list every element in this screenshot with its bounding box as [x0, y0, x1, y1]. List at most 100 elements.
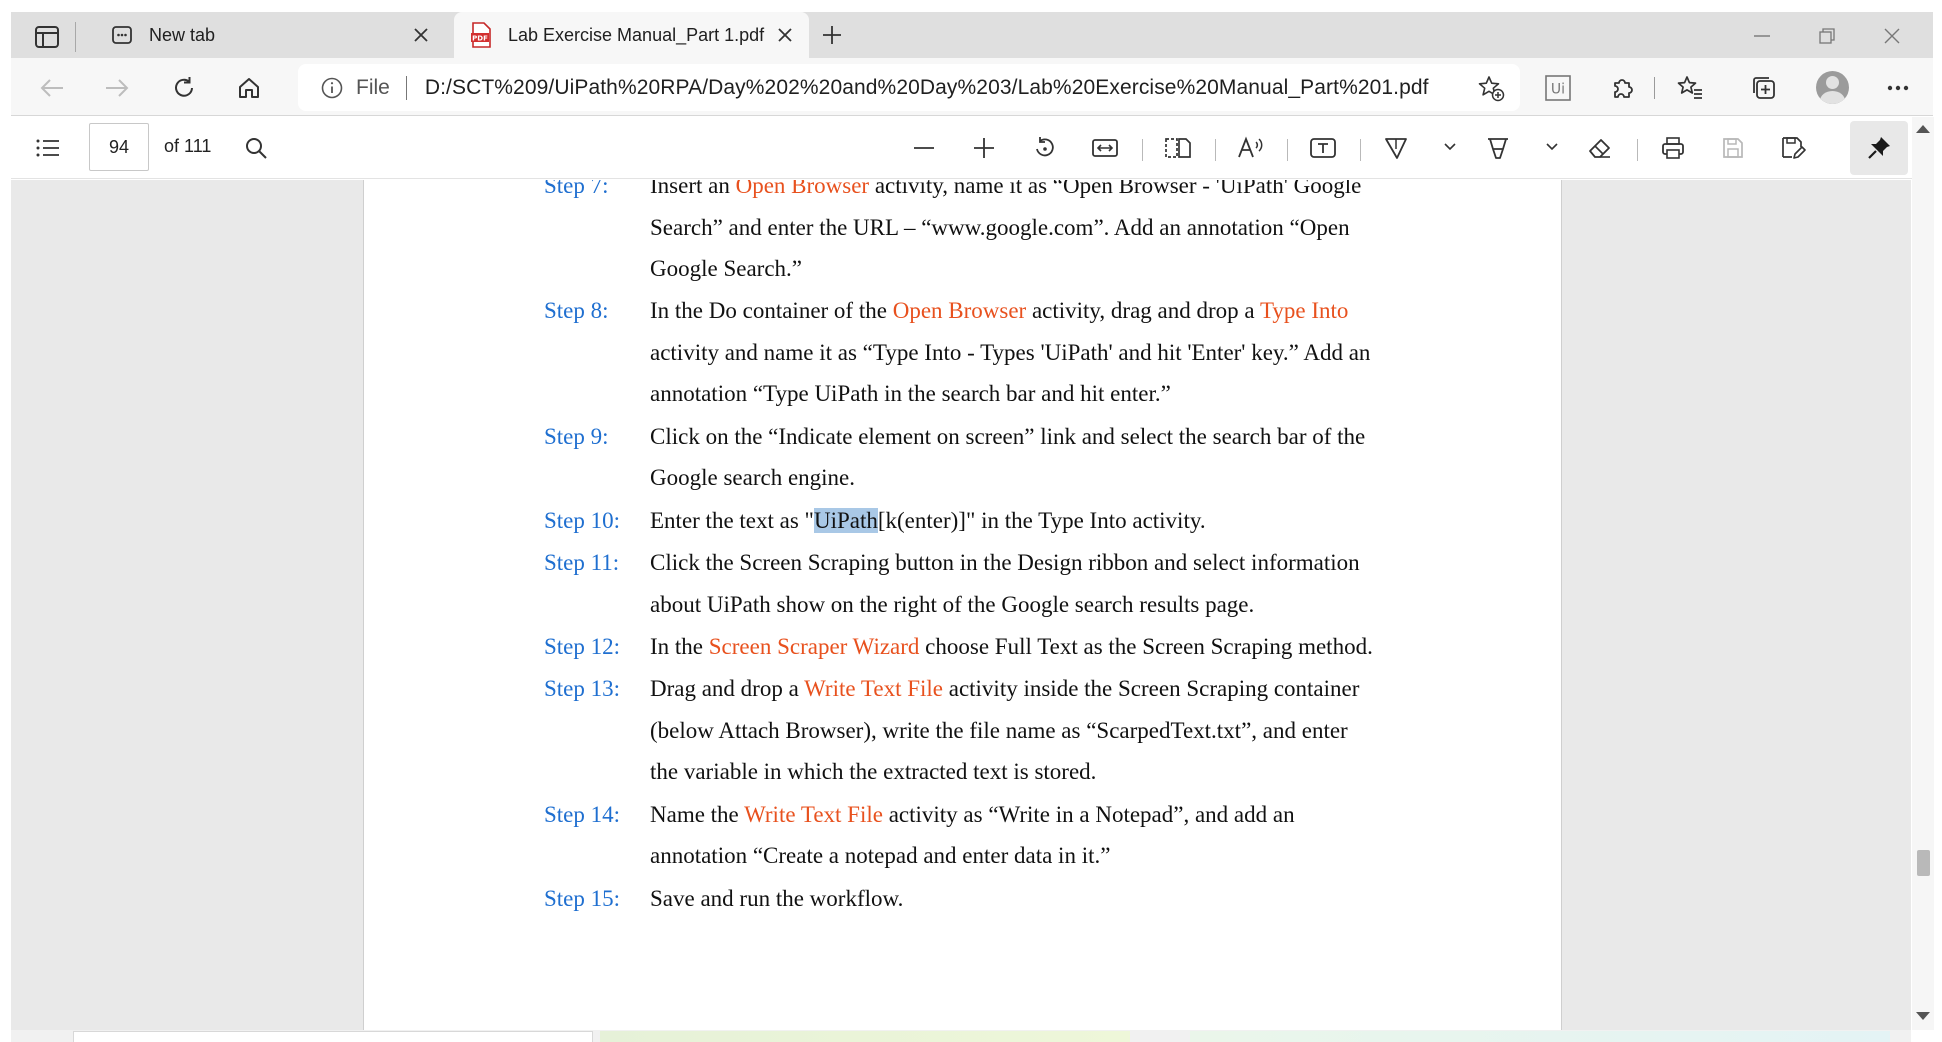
toolbar-separator: [1142, 139, 1143, 161]
address-divider: [405, 75, 407, 100]
tab-title: Lab Exercise Manual_Part 1.pdf: [508, 24, 765, 45]
step-label: Step 7:: [544, 180, 609, 198]
page-view-button[interactable]: [1159, 129, 1197, 167]
chevron-down-icon[interactable]: [1544, 139, 1560, 155]
read-aloud-button[interactable]: [1231, 129, 1269, 167]
site-scheme-label: File: [356, 75, 390, 99]
fit-width-button[interactable]: [1086, 129, 1124, 167]
highlight-button[interactable]: [1479, 129, 1517, 167]
settings-more-button[interactable]: [1879, 69, 1917, 107]
print-button[interactable]: [1654, 129, 1692, 167]
erase-button[interactable]: [1581, 129, 1619, 167]
add-favorite-button[interactable]: [1476, 73, 1506, 103]
step-text: Insert an: [650, 180, 736, 198]
home-icon: [239, 78, 259, 98]
back-button[interactable]: [33, 69, 71, 107]
plus-icon: [974, 138, 994, 158]
step-text: Enter the text as ": [650, 507, 814, 533]
list-icon: [36, 139, 59, 157]
tab-strip: New tab PDF Lab Exercise Manual_Part 1.p…: [11, 12, 1933, 58]
page-number-input[interactable]: 94: [89, 123, 149, 171]
toolbar-separator: [1637, 139, 1638, 161]
save-as-button[interactable]: [1774, 129, 1812, 167]
step-label: Step 8:: [544, 298, 609, 324]
toolbar-separator: [1654, 77, 1655, 99]
scroll-down-arrow[interactable]: [1916, 1012, 1930, 1020]
uipath-extension-button[interactable]: Ui: [1539, 69, 1577, 107]
step-text-line: Click on the “Indicate element on screen…: [650, 424, 1365, 450]
step-text: In the Do container of the: [650, 298, 893, 324]
new-tab-button[interactable]: [817, 20, 847, 50]
zoom-in-button[interactable]: [965, 129, 1003, 167]
step-text: Google search engine.: [650, 465, 856, 491]
zoom-out-button[interactable]: [905, 129, 943, 167]
printer-icon: [1662, 137, 1684, 159]
activity-name-highlight: Write Text File: [804, 676, 943, 702]
step-text: choose Full Text as the Screen Scraping …: [919, 634, 1373, 659]
toolbar-separator: [1287, 139, 1288, 161]
bottom-panel: [1190, 1031, 1890, 1042]
profile-avatar[interactable]: [1816, 71, 1849, 104]
pin-toolbar-button[interactable]: [1850, 121, 1908, 175]
minimize-button[interactable]: [1747, 23, 1777, 49]
tab-lab-manual-pdf[interactable]: PDF Lab Exercise Manual_Part 1.pdf: [454, 12, 809, 58]
collections-icon: [1753, 77, 1775, 99]
pdf-viewer-area[interactable]: Step 7: Insert an Open Browser activity, …: [11, 180, 1911, 1030]
step-text-line: Name the Write Text File activity as “Wr…: [650, 802, 1295, 828]
draw-button[interactable]: [1377, 129, 1415, 167]
tab-actions-icon[interactable]: [33, 25, 61, 49]
address-bar[interactable]: File D:/SCT%209/UiPath%20RPA/Day%202%20a…: [298, 64, 1520, 111]
step-text: In the: [650, 634, 709, 659]
extensions-button[interactable]: [1604, 69, 1642, 107]
find-button[interactable]: [237, 129, 275, 167]
step-label: Step 12:: [544, 634, 621, 659]
step-text: activity and name it as “Type Into - Typ…: [650, 339, 1371, 365]
rotate-button[interactable]: [1026, 129, 1064, 167]
save-as-icon: [1782, 137, 1806, 159]
pdf-file-icon: PDF: [468, 22, 494, 48]
scroll-thumb[interactable]: [1917, 850, 1930, 876]
forward-button[interactable]: [98, 69, 136, 107]
url-text[interactable]: D:/SCT%209/UiPath%20RPA/Day%202%20and%20…: [425, 76, 1429, 100]
svg-text:PDF: PDF: [472, 35, 488, 43]
toolbar-separator: [1360, 139, 1361, 161]
activity-name-highlight: Type Into: [1259, 298, 1349, 324]
step-text-line: Click the Screen Scraping button in the …: [650, 550, 1360, 576]
close-window-button[interactable]: [1877, 23, 1907, 49]
arrow-right-icon: [106, 79, 129, 97]
favorites-button[interactable]: [1671, 69, 1709, 107]
info-icon[interactable]: [320, 76, 344, 100]
step-text-line: Drag and drop a Write Text File activity…: [650, 676, 1359, 702]
favorites-icon: [1677, 76, 1702, 99]
star-add-icon: [1478, 76, 1505, 102]
step-text-line: (below Attach Browser), write the file n…: [650, 718, 1348, 744]
refresh-button[interactable]: [165, 69, 203, 107]
vertical-scrollbar[interactable]: [1912, 117, 1934, 1030]
step-text: Click the Screen Scraping button in the …: [650, 550, 1360, 576]
step-text-line: Save and run the workflow.: [650, 886, 903, 912]
step-text-line: annotation “Type UiPath in the search ba…: [650, 381, 1171, 407]
svg-text:Ui: Ui: [1551, 82, 1565, 98]
instruction-step: Step 12: In the Screen Scraper Wizard cho…: [364, 634, 1563, 676]
save-button[interactable]: [1714, 129, 1752, 167]
restore-button[interactable]: [1812, 23, 1842, 49]
close-icon[interactable]: [771, 21, 799, 49]
step-text-line: In the Screen Scraper Wizard choose Full…: [650, 634, 1373, 660]
add-text-button[interactable]: [1304, 129, 1342, 167]
instruction-step: Step 13: Drag and drop a Write Text File …: [364, 676, 1563, 801]
uipath-extension-icon: Ui: [1545, 75, 1571, 101]
scroll-up-arrow[interactable]: [1916, 125, 1930, 133]
collections-button[interactable]: [1745, 69, 1783, 107]
close-icon[interactable]: [407, 21, 435, 49]
activity-name-highlight: Open Browser: [892, 298, 1027, 324]
selected-text: UiPath: [813, 507, 878, 533]
page-view-icon: [1165, 138, 1191, 158]
step-text: activity, drag and drop a: [1026, 298, 1260, 324]
step-text-line: activity and name it as “Type Into - Typ…: [650, 340, 1370, 366]
step-text: activity inside the Screen Scraping cont…: [942, 676, 1360, 702]
contents-button[interactable]: [29, 129, 67, 167]
chevron-down-icon[interactable]: [1442, 139, 1458, 155]
home-button[interactable]: [230, 69, 268, 107]
tab-new-tab[interactable]: New tab: [95, 12, 445, 58]
instruction-step: Step 14: Name the Write Text File activit…: [364, 802, 1563, 885]
